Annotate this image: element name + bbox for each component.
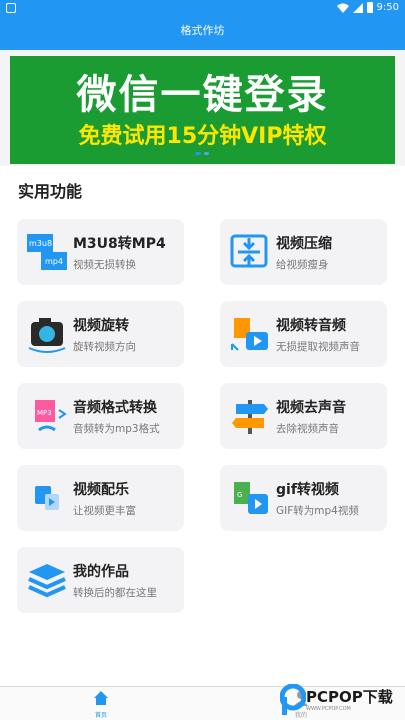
banner-subline: 免费试用15分钟VIP特权 xyxy=(78,124,327,149)
feature-card-rotate[interactable]: 视频旋转 旋转视频方向 xyxy=(17,301,184,367)
feature-title: gif转视频 xyxy=(276,482,339,498)
icon-label-m3u8: m3u8 xyxy=(29,239,52,248)
signpost-icon xyxy=(232,400,268,434)
nav-tab-home[interactable]: 首页 xyxy=(84,690,118,719)
feature-subtitle: GIF转为mp4视频 xyxy=(276,505,359,517)
promo-banner[interactable]: 微信一键登录 免费试用15分钟VIP特权 xyxy=(10,56,395,164)
compress-icon xyxy=(230,234,268,268)
feature-title: 视频去声音 xyxy=(276,400,346,416)
video-to-audio-icon xyxy=(231,318,268,351)
battery-icon xyxy=(366,2,373,13)
audio-convert-icon: MP3 xyxy=(35,400,67,432)
feature-subtitle: 音频转为mp3格式 xyxy=(73,423,160,435)
video-music-icon xyxy=(35,486,59,510)
feature-title: 音频格式转换 xyxy=(73,400,157,416)
feature-subtitle: 去除视频声音 xyxy=(276,423,339,435)
watermark-subtext: WWW.PCPOP.COM xyxy=(306,706,351,712)
app-header: 格式作坊 xyxy=(0,18,405,50)
feature-title: 视频压缩 xyxy=(276,236,332,252)
home-icon xyxy=(94,691,108,705)
gif-to-video-icon: G xyxy=(234,482,268,514)
banner-headline: 微信一键登录 xyxy=(76,72,329,118)
feature-card-audio-convert[interactable]: MP3 音频格式转换 音频转为mp3格式 xyxy=(17,383,184,449)
feature-subtitle: 转换后的都在这里 xyxy=(73,587,157,599)
feature-card-m3u8-to-mp4[interactable]: m3u8 mp4 M3U8转MP4 视频无损转换 xyxy=(17,219,184,285)
feature-title: M3U8转MP4 xyxy=(73,236,166,252)
main-content: 实用功能 m3u8 mp4 M3U8转MP4 视频无损转换 视频压缩 给视频瘦身… xyxy=(0,166,405,686)
wifi-icon xyxy=(336,3,349,13)
watermark: PCPOP下载 WWW.PCPOP.COM xyxy=(278,680,405,720)
watermark-logo-icon xyxy=(280,684,306,715)
banner-dot-active xyxy=(195,152,201,155)
feature-subtitle: 给视频瘦身 xyxy=(276,259,329,271)
svg-text:G: G xyxy=(237,491,242,499)
feature-card-compress[interactable]: 视频压缩 给视频瘦身 xyxy=(220,219,387,285)
feature-subtitle: 无损提取视频声音 xyxy=(276,341,360,353)
feature-title: 视频转音频 xyxy=(276,318,346,334)
layers-icon xyxy=(28,564,66,598)
feature-card-my-works[interactable]: 我的作品 转换后的都在这里 xyxy=(17,547,184,613)
section-title: 实用功能 xyxy=(18,182,83,201)
feature-card-gif-to-video[interactable]: G gif转视频 GIF转为mp4视频 xyxy=(220,465,387,531)
watermark-text: PCPOP下载 xyxy=(306,688,393,706)
m3u8-to-mp4-icon: m3u8 mp4 xyxy=(27,234,67,270)
feature-title: 视频配乐 xyxy=(73,482,129,498)
signal-icon xyxy=(352,2,363,13)
status-time: 9:50 xyxy=(376,2,399,13)
camera-rotate-icon xyxy=(28,318,66,353)
feature-subtitle: 让视频更丰富 xyxy=(73,505,136,517)
feature-title: 视频旋转 xyxy=(73,318,129,334)
notification-icon xyxy=(6,3,16,13)
feature-subtitle: 旋转视频方向 xyxy=(73,341,136,353)
banner-dot xyxy=(204,152,209,155)
page-title: 格式作坊 xyxy=(180,24,225,37)
feature-card-video-music[interactable]: 视频配乐 让视频更丰富 xyxy=(17,465,184,531)
banner-pagination xyxy=(195,152,209,155)
status-bar: 9:50 xyxy=(0,0,405,18)
icon-label-mp4: mp4 xyxy=(45,257,63,266)
feature-card-remove-sound[interactable]: 视频去声音 去除视频声音 xyxy=(220,383,387,449)
feature-title: 我的作品 xyxy=(73,564,129,580)
feature-subtitle: 视频无损转换 xyxy=(73,259,136,271)
svg-text:MP3: MP3 xyxy=(37,409,52,417)
nav-label-home: 首页 xyxy=(94,712,107,719)
feature-card-video-to-audio[interactable]: 视频转音频 无损提取视频声音 xyxy=(220,301,387,367)
